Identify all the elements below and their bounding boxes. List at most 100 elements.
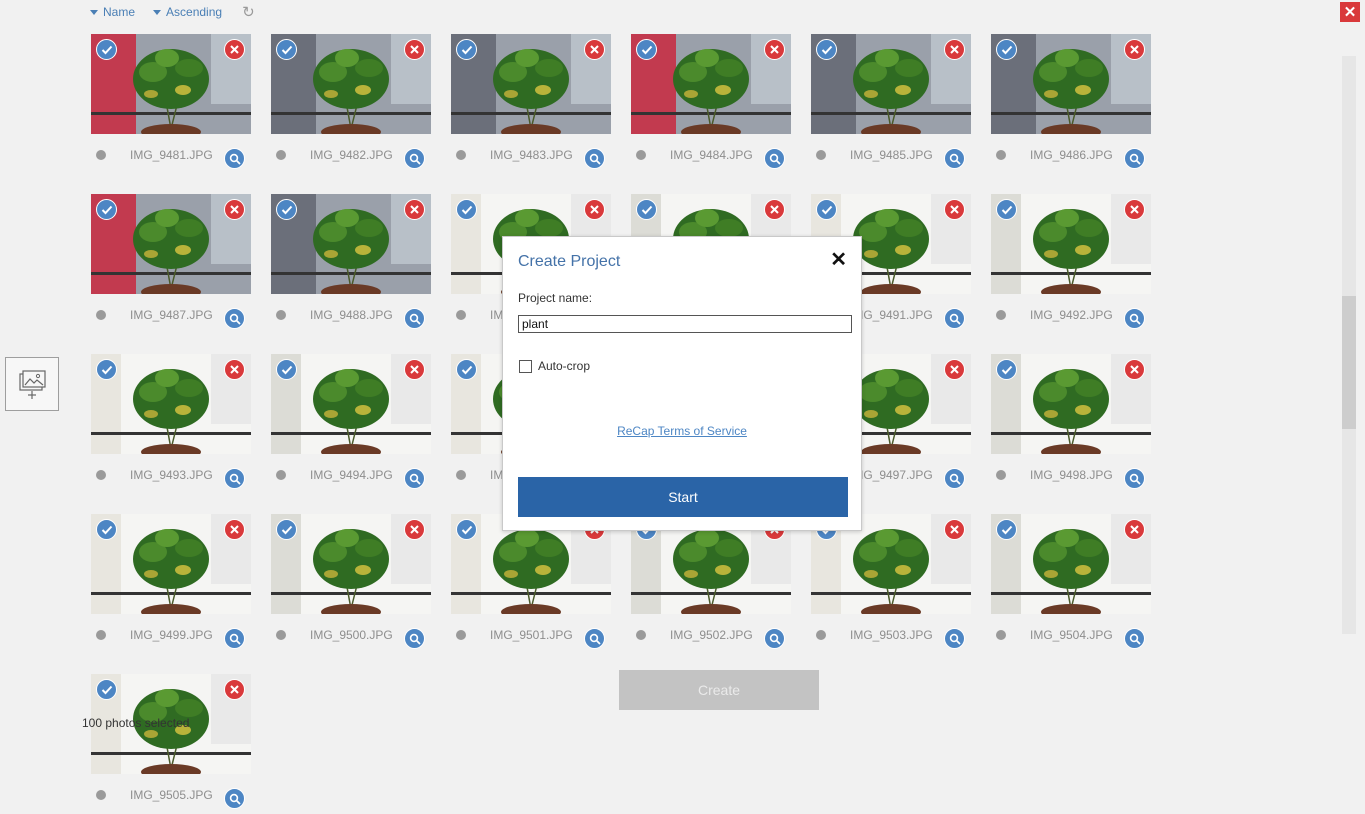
- create-button[interactable]: Create: [619, 670, 819, 710]
- photo-filename: IMG_9497.JPG: [850, 468, 933, 482]
- photo-caption: IMG_9492.JPG: [991, 308, 1151, 322]
- remove-icon[interactable]: [224, 679, 245, 700]
- check-icon[interactable]: [996, 359, 1017, 380]
- check-icon[interactable]: [636, 199, 657, 220]
- remove-icon[interactable]: [944, 519, 965, 540]
- photo-card[interactable]: IMG_9499.JPG: [91, 514, 251, 654]
- photo-caption: IMG_9501.JPG: [451, 628, 611, 642]
- sort-field-dropdown[interactable]: Name: [90, 5, 135, 19]
- remove-icon[interactable]: [404, 359, 425, 380]
- check-icon[interactable]: [276, 39, 297, 60]
- remove-icon[interactable]: [944, 199, 965, 220]
- dialog-close-icon[interactable]: ✕: [830, 250, 847, 270]
- photo-caption: IMG_9499.JPG: [91, 628, 251, 642]
- check-icon[interactable]: [816, 39, 837, 60]
- photo-card[interactable]: IMG_9482.JPG: [271, 34, 431, 174]
- photo-card[interactable]: IMG_9481.JPG: [91, 34, 251, 174]
- status-dot-icon: [276, 310, 286, 320]
- check-icon[interactable]: [96, 199, 117, 220]
- photo-caption: IMG_9504.JPG: [991, 628, 1151, 642]
- auto-crop-option[interactable]: Auto-crop: [519, 359, 590, 373]
- photo-card[interactable]: IMG_9487.JPG: [91, 194, 251, 334]
- check-icon[interactable]: [276, 199, 297, 220]
- photo-filename: IMG_9505.JPG: [130, 788, 213, 802]
- remove-icon[interactable]: [1124, 199, 1145, 220]
- photo-card[interactable]: IMG_9488.JPG: [271, 194, 431, 334]
- remove-icon[interactable]: [764, 199, 785, 220]
- add-photos-button[interactable]: [5, 357, 59, 411]
- project-name-input[interactable]: [518, 315, 852, 333]
- remove-icon[interactable]: [584, 39, 605, 60]
- remove-icon[interactable]: [224, 359, 245, 380]
- sort-order-dropdown[interactable]: Ascending: [153, 5, 222, 19]
- photo-filename: IMG_9485.JPG: [850, 148, 933, 162]
- terms-of-service-link[interactable]: ReCap Terms of Service: [503, 424, 861, 438]
- check-icon[interactable]: [96, 359, 117, 380]
- remove-icon[interactable]: [224, 39, 245, 60]
- photo-filename: IMG_9484.JPG: [670, 148, 753, 162]
- remove-icon[interactable]: [1124, 359, 1145, 380]
- start-button[interactable]: Start: [518, 477, 848, 517]
- photo-caption: IMG_9481.JPG: [91, 148, 251, 162]
- photo-card[interactable]: IMG_9484.JPG: [631, 34, 791, 174]
- status-dot-icon: [96, 150, 106, 160]
- photo-filename: IMG_9501.JPG: [490, 628, 573, 642]
- photo-card[interactable]: IMG_9502.JPG: [631, 514, 791, 654]
- remove-icon[interactable]: [1124, 39, 1145, 60]
- remove-icon[interactable]: [224, 519, 245, 540]
- photo-caption: IMG_9503.JPG: [811, 628, 971, 642]
- check-icon[interactable]: [996, 519, 1017, 540]
- close-window-button[interactable]: ✕: [1340, 2, 1360, 22]
- check-icon[interactable]: [96, 679, 117, 700]
- photo-filename: IMG_9488.JPG: [310, 308, 393, 322]
- check-icon[interactable]: [456, 39, 477, 60]
- refresh-icon[interactable]: ↻: [242, 5, 255, 20]
- check-icon[interactable]: [996, 199, 1017, 220]
- status-dot-icon: [456, 310, 466, 320]
- check-icon[interactable]: [456, 359, 477, 380]
- photo-filename: IMG_9500.JPG: [310, 628, 393, 642]
- check-icon[interactable]: [816, 199, 837, 220]
- photo-card[interactable]: IMG_9492.JPG: [991, 194, 1151, 334]
- photo-card[interactable]: IMG_9503.JPG: [811, 514, 971, 654]
- check-icon[interactable]: [636, 39, 657, 60]
- photo-filename: IMG_9481.JPG: [130, 148, 213, 162]
- check-icon[interactable]: [276, 519, 297, 540]
- create-project-dialog: Create Project ✕ Project name: Auto-crop…: [502, 236, 862, 531]
- remove-icon[interactable]: [1124, 519, 1145, 540]
- photo-card[interactable]: IMG_9504.JPG: [991, 514, 1151, 654]
- photo-card[interactable]: IMG_9505.JPG: [91, 674, 251, 814]
- check-icon[interactable]: [456, 199, 477, 220]
- photo-card[interactable]: IMG_9500.JPG: [271, 514, 431, 654]
- remove-icon[interactable]: [224, 199, 245, 220]
- status-dot-icon: [816, 150, 826, 160]
- remove-icon[interactable]: [404, 199, 425, 220]
- status-dot-icon: [816, 630, 826, 640]
- chevron-down-icon: [90, 9, 98, 15]
- photo-card[interactable]: IMG_9494.JPG: [271, 354, 431, 494]
- photo-filename: IMG_9502.JPG: [670, 628, 753, 642]
- remove-icon[interactable]: [404, 519, 425, 540]
- check-icon[interactable]: [96, 519, 117, 540]
- auto-crop-checkbox[interactable]: [519, 359, 532, 373]
- photo-caption: IMG_9488.JPG: [271, 308, 431, 322]
- remove-icon[interactable]: [944, 39, 965, 60]
- check-icon[interactable]: [456, 519, 477, 540]
- check-icon[interactable]: [996, 39, 1017, 60]
- photo-card[interactable]: IMG_9498.JPG: [991, 354, 1151, 494]
- check-icon[interactable]: [276, 359, 297, 380]
- photo-card[interactable]: IMG_9483.JPG: [451, 34, 611, 174]
- photo-caption: IMG_9483.JPG: [451, 148, 611, 162]
- photo-card[interactable]: IMG_9493.JPG: [91, 354, 251, 494]
- remove-icon[interactable]: [404, 39, 425, 60]
- scrollbar-thumb[interactable]: [1342, 296, 1356, 429]
- photo-card[interactable]: IMG_9501.JPG: [451, 514, 611, 654]
- remove-icon[interactable]: [584, 199, 605, 220]
- project-name-label: Project name:: [518, 291, 593, 305]
- photo-caption: IMG_9500.JPG: [271, 628, 431, 642]
- photo-card[interactable]: IMG_9486.JPG: [991, 34, 1151, 174]
- remove-icon[interactable]: [944, 359, 965, 380]
- remove-icon[interactable]: [764, 39, 785, 60]
- check-icon[interactable]: [96, 39, 117, 60]
- photo-card[interactable]: IMG_9485.JPG: [811, 34, 971, 174]
